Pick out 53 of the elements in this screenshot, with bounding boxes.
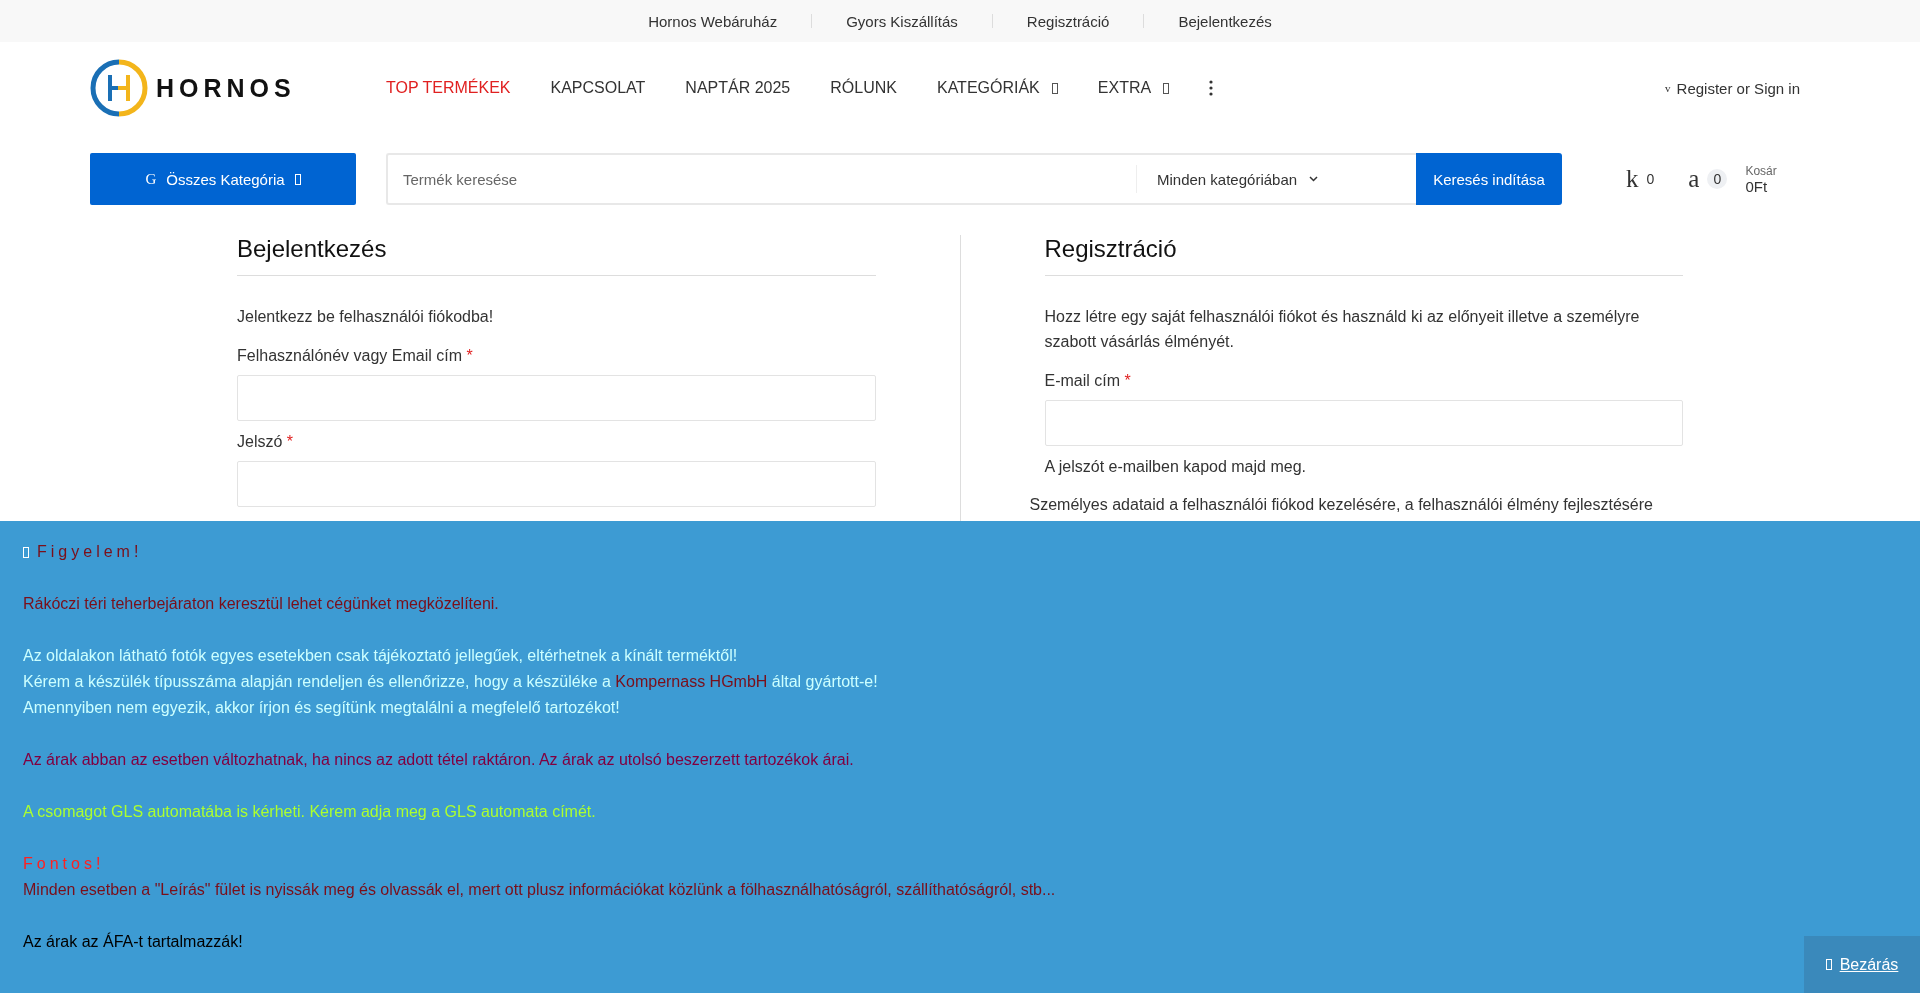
cart-glyph[interactable]: a — [1688, 165, 1700, 193]
account-link[interactable]: Register or Sign in — [1676, 79, 1800, 97]
register-intro: Hozz létre egy saját felhasználói fiókot és használd ki az előnyeit illetve a személyre szabott vásárlás élményét. — [1044, 307, 1641, 352]
input-field[interactable] — [237, 375, 876, 421]
login-intro: Jelentkezz be felhasználói fiókodba! — [237, 307, 495, 327]
top-link[interactable]: Gyors Kiszállítás — [812, 12, 992, 30]
notice-text: Az árak abban az esetben változhatnak, ha nincs az adott tétel raktáron. Az árak az utolsó beszerzett tartozékok árai. — [23, 750, 855, 770]
notice-text: Rákóczi téri teherbejáraton keresztül lehet cégünket megközelíteni. — [23, 594, 500, 614]
privacy-text: Személyes adataid a felhasználói fiókod kezelésére, a felhasználói élmény fejlesztésére — [1029, 496, 1654, 514]
search-field[interactable]: Termék keresése — [386, 153, 1136, 205]
notice-text: A csomagot GLS automatába is kérheti. Kérem adja meg a GLS automata címét. — [23, 802, 597, 822]
glyph-box-icon — [294, 173, 301, 185]
search-button[interactable]: Keresés indítása — [1416, 153, 1562, 205]
wishlist-count: 0 — [1646, 171, 1655, 187]
register-title: Regisztráció — [1044, 235, 1683, 276]
field-label: Jelszó * — [237, 433, 295, 451]
nav-link[interactable]: NAPTÁR 2025 — [685, 79, 791, 97]
logo-text: HORNOS — [156, 73, 296, 103]
nav-link[interactable]: EXTRA — [1097, 79, 1170, 97]
nav-link[interactable]: KATEGÓRIÁK — [936, 79, 1058, 97]
chevron-down-icon — [1309, 176, 1319, 182]
close-button[interactable]: Bezárás — [1804, 936, 1920, 993]
field-label: Felhasználónév vagy Email cím * — [237, 347, 474, 365]
input-field[interactable] — [1044, 400, 1683, 446]
glyph-box-icon — [1825, 959, 1832, 970]
nav-link[interactable]: RÓLUNK — [830, 79, 897, 97]
cart-total: 0Ft — [1745, 177, 1769, 195]
more-icon[interactable] — [1209, 80, 1214, 96]
all-categories-button[interactable]: G Összes Kategória — [90, 153, 356, 205]
input-field[interactable] — [237, 461, 876, 507]
glyph-box-icon — [23, 546, 29, 558]
notice-text: Az oldalakon látható fotók egyes esetekben csak tájékoztató jellegűek, eltérhetnek a kínált terméktől! — [23, 646, 739, 666]
password-note: A jelszót e-mailben kapod majd meg. — [1044, 458, 1307, 476]
logo-icon — [90, 59, 148, 117]
glyph-box-icon — [1051, 82, 1058, 94]
login-title: Bejelentkezés — [237, 235, 876, 276]
account-glyph: v — [1665, 82, 1671, 94]
field-label: E-mail cím * — [1044, 372, 1132, 390]
notice-text: Minden esetben a "Leírás" fület is nyissák meg és olvassák el, mert ott plusz információkat közlünk a fölhasználhatóságról, szállíthatóságról, stb... — [23, 880, 1057, 900]
notice-heading: Figyelem! — [37, 542, 143, 562]
top-link[interactable]: Regisztráció — [992, 12, 1144, 30]
glyph-box-icon — [1163, 82, 1170, 94]
notice-text: Az árak az ÁFA-t tartalmazzák! — [23, 931, 244, 952]
nav-link[interactable]: KAPCSOLAT — [550, 79, 646, 97]
cart-count: 0 — [1707, 169, 1728, 189]
cart-label: Kosár — [1745, 163, 1777, 178]
nav-link[interactable]: TOP TERMÉKEK — [386, 79, 511, 97]
wishlist-glyph[interactable]: k — [1626, 165, 1639, 193]
top-link[interactable]: Bejelentkezés — [1144, 12, 1306, 30]
top-link[interactable]: Hornos Webáruház — [614, 12, 812, 30]
notice-text: Amennyiben nem egyezik, akkor írjon és segítünk megtalálni a megfelelő tartozékot! — [23, 698, 621, 718]
notice-heading: Fontos! — [23, 854, 105, 874]
notice-text: Kérem a készülék típusszáma alapján rendeljen és ellenőrizze, hogy a készüléke a Kompernass HGmbH által gyártott-e! — [23, 672, 879, 692]
